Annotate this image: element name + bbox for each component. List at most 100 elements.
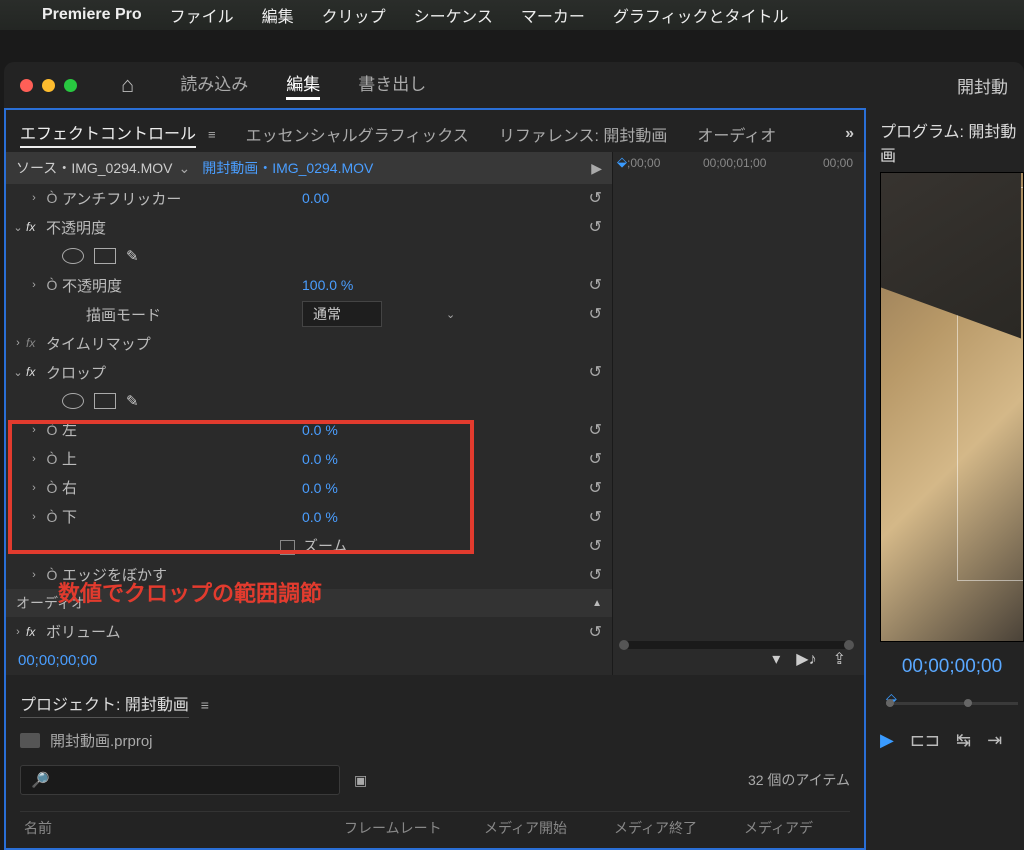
program-monitor[interactable] <box>880 172 1024 642</box>
reset-icon[interactable]: ↺ <box>589 304 602 324</box>
col-name[interactable]: 名前 <box>24 818 344 838</box>
expand-icon[interactable]: › <box>26 192 42 204</box>
mark-in-icon[interactable]: ⊏⊐ <box>910 730 940 751</box>
program-timecode[interactable]: 00;00;00;00 <box>880 656 1024 678</box>
tab-essential-graphics[interactable]: エッセンシャルグラフィックス <box>246 122 469 146</box>
stopwatch-icon[interactable]: Ò <box>42 451 62 467</box>
menu-file[interactable]: ファイル <box>170 3 234 27</box>
reset-icon[interactable]: ↺ <box>589 362 602 382</box>
col-framerate[interactable]: フレームレート <box>344 818 484 838</box>
reset-icon[interactable]: ↺ <box>589 449 602 469</box>
minimize-icon[interactable] <box>42 79 55 92</box>
close-icon[interactable] <box>20 79 33 92</box>
insert-icon[interactable]: ↹ <box>956 730 971 751</box>
fx-badge-icon[interactable]: fx <box>26 625 46 639</box>
effect-timeline-ruler[interactable]: ⬙ ;00;00 00;00;01;00 00;00 <box>613 152 864 178</box>
overwrite-icon[interactable]: ⇥ <box>987 730 1002 751</box>
reset-icon[interactable]: ↺ <box>589 565 602 585</box>
zoom-checkbox[interactable] <box>280 540 295 555</box>
expand-icon[interactable]: › <box>26 453 42 465</box>
scroll-handle-left[interactable] <box>619 640 629 650</box>
expand-icon[interactable]: › <box>10 626 26 638</box>
ellipse-mask-icon[interactable] <box>62 393 84 409</box>
home-icon[interactable]: ⌂ <box>121 72 134 98</box>
new-bin-icon[interactable]: ▣ <box>354 772 367 789</box>
collapse-icon[interactable]: ⌄ <box>10 366 26 379</box>
crop-left-value[interactable]: 0.0 % <box>302 422 338 438</box>
crop-bottom-value[interactable]: 0.0 % <box>302 509 338 525</box>
expand-icon[interactable]: › <box>26 424 42 436</box>
pen-mask-icon[interactable]: ✎ <box>126 247 139 265</box>
col-media-dur[interactable]: メディアデ <box>744 818 813 838</box>
tab-audio[interactable]: オーディオ <box>697 122 776 146</box>
reset-icon[interactable]: ↺ <box>589 275 602 295</box>
rect-mask-icon[interactable] <box>94 393 116 409</box>
panel-menu-icon[interactable]: ≡ <box>208 127 216 142</box>
project-panel-title[interactable]: プロジェクト: 開封動画 <box>20 691 189 718</box>
source-clip[interactable]: IMG_0294.MOV <box>71 160 172 176</box>
sequence-clip[interactable]: 開封動画・IMG_0294.MOV <box>202 158 373 178</box>
menu-edit[interactable]: 編集 <box>262 3 294 27</box>
collapse-icon[interactable]: ⌄ <box>10 221 26 234</box>
opacity-value[interactable]: 100.0 % <box>302 277 353 293</box>
playhead-icon[interactable]: ⬙ <box>617 154 627 170</box>
stopwatch-icon[interactable]: Ò <box>42 190 62 206</box>
col-media-start[interactable]: メディア開始 <box>484 818 614 838</box>
program-title[interactable]: プログラム: 開封動画 <box>880 108 1024 172</box>
play-audio-icon[interactable]: ▶♪ <box>796 649 816 669</box>
menu-graphics[interactable]: グラフィックとタイトル <box>613 3 789 27</box>
antiflicker-value[interactable]: 0.00 <box>302 190 329 206</box>
play-icon[interactable]: ▶ <box>591 160 602 177</box>
maximize-icon[interactable] <box>64 79 77 92</box>
ruler-bar[interactable] <box>886 702 1018 705</box>
stopwatch-icon[interactable]: Ò <box>42 509 62 525</box>
pen-mask-icon[interactable]: ✎ <box>126 392 139 410</box>
expand-icon[interactable]: › <box>26 511 42 523</box>
crop-right-value[interactable]: 0.0 % <box>302 480 338 496</box>
chevron-down-icon[interactable]: ⌄ <box>446 308 455 321</box>
ec-timecode[interactable]: 00;00;00;00 <box>18 652 97 669</box>
expand-icon[interactable]: › <box>10 337 26 349</box>
expand-icon[interactable]: › <box>26 279 42 291</box>
menu-marker[interactable]: マーカー <box>521 3 585 27</box>
add-marker-icon[interactable]: ▶ <box>880 730 894 751</box>
stopwatch-icon[interactable]: Ò <box>42 480 62 496</box>
expand-icon[interactable]: › <box>26 482 42 494</box>
expand-icon[interactable]: › <box>26 569 42 581</box>
zoom-handle-right[interactable] <box>964 699 972 707</box>
tab-effect-controls[interactable]: エフェクトコントロール <box>20 120 196 148</box>
tab-import[interactable]: 読み込み <box>180 70 248 100</box>
reset-icon[interactable]: ↺ <box>589 536 602 556</box>
crop-top-value[interactable]: 0.0 % <box>302 451 338 467</box>
col-media-end[interactable]: メディア終了 <box>614 818 744 838</box>
ellipse-mask-icon[interactable] <box>62 248 84 264</box>
zoom-handle-left[interactable] <box>886 699 894 707</box>
rect-mask-icon[interactable] <box>94 248 116 264</box>
project-search-input[interactable]: 🔎 <box>20 765 340 795</box>
fx-badge-icon[interactable]: fx <box>26 220 46 234</box>
stopwatch-icon[interactable]: Ò <box>42 277 62 293</box>
effect-timeline[interactable]: ⬙ ;00;00 00;00;01;00 00;00 ▾ ▶♪ ⇪ <box>612 152 864 675</box>
panel-menu-icon[interactable]: ≡ <box>201 697 209 713</box>
fx-badge-icon[interactable]: fx <box>26 365 46 379</box>
tab-reference[interactable]: リファレンス: 開封動画 <box>499 122 668 146</box>
menu-clip[interactable]: クリップ <box>322 3 386 27</box>
tab-edit[interactable]: 編集 <box>286 70 320 100</box>
reset-icon[interactable]: ↺ <box>589 622 602 642</box>
tab-export[interactable]: 書き出し <box>358 70 426 100</box>
filter-icon[interactable]: ▾ <box>772 649 780 669</box>
reset-icon[interactable]: ↺ <box>589 420 602 440</box>
reset-icon[interactable]: ↺ <box>589 217 602 237</box>
program-ruler[interactable]: ⬙ <box>880 690 1024 706</box>
app-name[interactable]: Premiere Pro <box>42 6 142 24</box>
blend-dropdown[interactable]: 通常 <box>302 301 382 327</box>
tabs-overflow-icon[interactable]: » <box>845 125 854 143</box>
chevron-down-icon[interactable]: ⌄ <box>178 160 190 177</box>
menu-sequence[interactable]: シーケンス <box>414 3 493 27</box>
reset-icon[interactable]: ↺ <box>589 188 602 208</box>
stopwatch-icon[interactable]: Ò <box>42 422 62 438</box>
export-icon[interactable]: ⇪ <box>833 649 846 669</box>
fx-badge-icon[interactable]: fx <box>26 336 46 350</box>
reset-icon[interactable]: ↺ <box>589 478 602 498</box>
reset-icon[interactable]: ↺ <box>589 507 602 527</box>
